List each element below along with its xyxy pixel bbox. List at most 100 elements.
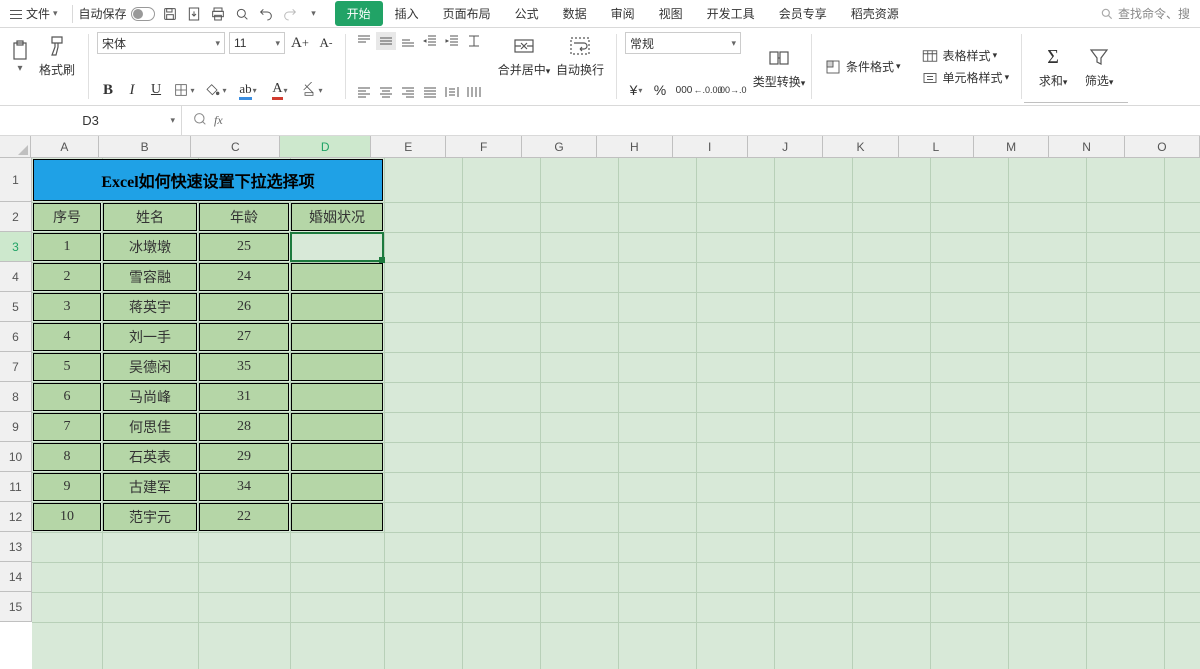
filter-button[interactable]: 筛选▾ — [1076, 43, 1122, 89]
table-cell[interactable] — [291, 413, 383, 441]
tab-5[interactable]: 审阅 — [599, 1, 647, 26]
wrap-text-button[interactable]: 自动换行 — [552, 32, 608, 78]
table-cell[interactable]: 古建军 — [103, 473, 197, 501]
table-cell[interactable]: 4 — [33, 323, 101, 351]
align-bottom-button[interactable] — [398, 32, 418, 50]
align-top-button[interactable] — [354, 32, 374, 50]
align-right-button[interactable] — [398, 83, 418, 101]
table-cell[interactable]: 冰墩墩 — [103, 233, 197, 261]
column-header[interactable]: I — [673, 136, 748, 157]
tab-6[interactable]: 视图 — [647, 1, 695, 26]
tab-3[interactable]: 公式 — [503, 1, 551, 26]
border-button[interactable]: ▾ — [169, 79, 199, 101]
table-header-cell[interactable]: 姓名 — [103, 203, 197, 231]
column-header[interactable]: E — [371, 136, 446, 157]
row-header[interactable]: 3 — [0, 232, 32, 261]
tab-1[interactable]: 插入 — [383, 1, 431, 26]
italic-button[interactable]: I — [121, 79, 143, 101]
align-middle-button[interactable] — [376, 32, 396, 50]
table-cell[interactable]: 2 — [33, 263, 101, 291]
title-cell[interactable]: Excel如何快速设置下拉选择项 — [33, 159, 383, 201]
align-center-button[interactable] — [376, 83, 396, 101]
row-header[interactable]: 11 — [0, 472, 32, 501]
redo-icon[interactable] — [281, 5, 299, 23]
column-header[interactable]: J — [748, 136, 823, 157]
column-header[interactable]: M — [974, 136, 1049, 157]
row-header[interactable]: 4 — [0, 262, 32, 291]
row-header[interactable]: 13 — [0, 532, 32, 561]
preview-icon[interactable] — [233, 5, 251, 23]
row-header[interactable]: 15 — [0, 592, 32, 621]
table-cell[interactable]: 29 — [199, 443, 289, 471]
save-icon[interactable] — [161, 5, 179, 23]
more-quick-icon[interactable]: ▾ — [305, 5, 323, 23]
table-header-cell[interactable]: 婚姻状况 — [291, 203, 383, 231]
dropdown-icon[interactable] — [192, 111, 208, 130]
table-style-button[interactable]: 表格样式▾ — [917, 45, 1014, 67]
output-icon[interactable] — [185, 5, 203, 23]
decrease-indent-button[interactable] — [420, 32, 440, 50]
print-icon[interactable] — [209, 5, 227, 23]
table-cell[interactable]: 范宇元 — [103, 503, 197, 531]
table-header-cell[interactable]: 年龄 — [199, 203, 289, 231]
column-header[interactable]: D — [280, 136, 371, 157]
tab-4[interactable]: 数据 — [551, 1, 599, 26]
file-menu-button[interactable]: 文件 ▾ — [4, 3, 68, 24]
font-name-select[interactable]: 宋体▾ — [97, 32, 225, 54]
increase-indent-button[interactable] — [442, 32, 462, 50]
table-cell[interactable] — [291, 353, 383, 381]
table-header-cell[interactable]: 序号 — [33, 203, 101, 231]
tab-0[interactable]: 开始 — [335, 1, 383, 26]
table-cell[interactable] — [291, 473, 383, 501]
paste-button[interactable]: ▾ — [10, 32, 30, 78]
undo-icon[interactable] — [257, 5, 275, 23]
table-cell[interactable]: 27 — [199, 323, 289, 351]
column-header[interactable]: C — [191, 136, 280, 157]
comma-button[interactable]: 000 — [673, 79, 695, 101]
table-cell[interactable]: 24 — [199, 263, 289, 291]
row-header[interactable]: 10 — [0, 442, 32, 471]
table-cell[interactable]: 蒋英宇 — [103, 293, 197, 321]
column-header[interactable]: O — [1125, 136, 1200, 157]
merge-center-button[interactable]: 合并居中▾ — [496, 32, 552, 78]
table-cell[interactable]: 7 — [33, 413, 101, 441]
table-cell[interactable]: 22 — [199, 503, 289, 531]
decrease-decimal-button[interactable]: .00→.0 — [721, 79, 743, 101]
table-cell[interactable]: 25 — [199, 233, 289, 261]
conditional-format-button[interactable]: 条件格式▾ — [820, 56, 905, 78]
table-cell[interactable]: 31 — [199, 383, 289, 411]
table-cell[interactable] — [291, 323, 383, 351]
table-cell[interactable]: 26 — [199, 293, 289, 321]
font-size-select[interactable]: 11▾ — [229, 32, 285, 54]
table-cell[interactable]: 石英表 — [103, 443, 197, 471]
table-cell[interactable]: 9 — [33, 473, 101, 501]
align-left-button[interactable] — [354, 83, 374, 101]
font-color-button[interactable]: A▾ — [265, 79, 295, 101]
tab-7[interactable]: 开发工具 — [695, 1, 767, 26]
format-painter-button[interactable]: 格式刷 — [34, 32, 80, 78]
table-cell[interactable]: 35 — [199, 353, 289, 381]
row-header[interactable]: 12 — [0, 502, 32, 531]
table-cell[interactable] — [291, 383, 383, 411]
column-header[interactable]: A — [31, 136, 99, 157]
row-header[interactable]: 7 — [0, 352, 32, 381]
row-header[interactable]: 8 — [0, 382, 32, 411]
selection-cursor[interactable] — [290, 232, 384, 262]
bold-button[interactable]: B — [97, 79, 119, 101]
column-header[interactable]: B — [99, 136, 192, 157]
column-header[interactable]: N — [1049, 136, 1124, 157]
table-cell[interactable]: 刘一手 — [103, 323, 197, 351]
table-cell[interactable]: 5 — [33, 353, 101, 381]
table-cell[interactable]: 何思佳 — [103, 413, 197, 441]
name-box[interactable]: D3 ▾ — [0, 106, 182, 136]
table-cell[interactable]: 10 — [33, 503, 101, 531]
distribute-button[interactable] — [442, 83, 462, 101]
sum-button[interactable]: Σ 求和▾ — [1030, 44, 1076, 89]
table-cell[interactable]: 6 — [33, 383, 101, 411]
autosave-toggle[interactable]: 自动保存 — [77, 5, 157, 22]
column-header[interactable]: K — [823, 136, 898, 157]
increase-decimal-button[interactable]: ←.0.00 — [697, 79, 719, 101]
table-cell[interactable] — [291, 503, 383, 531]
table-cell[interactable]: 34 — [199, 473, 289, 501]
underline-button[interactable]: U — [145, 79, 167, 101]
